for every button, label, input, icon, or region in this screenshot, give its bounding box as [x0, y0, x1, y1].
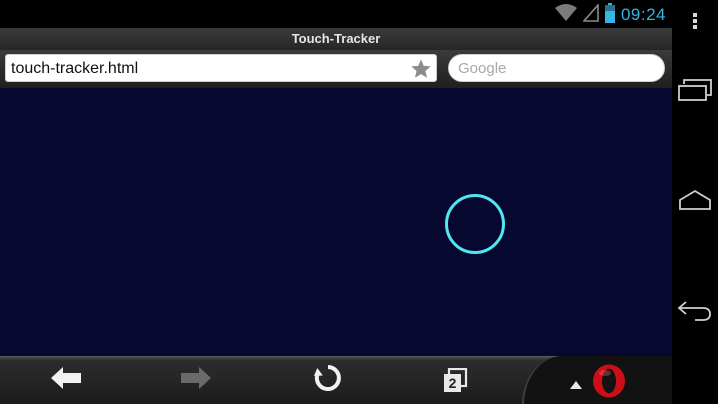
browser-bottom-bar: 2 — [0, 356, 672, 404]
touch-point-circle — [445, 194, 505, 254]
wifi-icon — [554, 3, 577, 27]
address-bar-text: touch-tracker.html — [11, 60, 139, 77]
recent-apps-icon — [678, 78, 712, 106]
status-bar: 09:24 — [0, 0, 672, 28]
tabs-count: 2 — [448, 374, 457, 391]
reload-button[interactable] — [298, 357, 358, 404]
tabs-button[interactable]: 2 — [425, 357, 485, 404]
back-icon — [677, 298, 713, 327]
opera-menu-icon — [592, 364, 626, 403]
system-back-button[interactable] — [672, 294, 718, 330]
caret-up-icon — [570, 376, 582, 394]
screen: 09:24 Touch-Tracker touch-tracker.html G… — [0, 0, 718, 404]
signal-icon — [582, 2, 599, 27]
status-icons: 09:24 — [554, 2, 666, 28]
bookmark-star-icon[interactable] — [410, 58, 432, 80]
reload-icon — [313, 363, 343, 398]
overflow-menu-button[interactable] — [672, 10, 718, 36]
page-title: Touch-Tracker — [0, 28, 672, 50]
android-nav-bar — [672, 0, 718, 404]
status-time: 09:24 — [620, 5, 666, 24]
forward-button[interactable] — [166, 357, 226, 404]
back-button[interactable] — [36, 357, 96, 404]
address-bar[interactable]: touch-tracker.html — [5, 54, 437, 82]
search-input[interactable]: Google — [448, 54, 665, 82]
address-toolbar: touch-tracker.html Google — [0, 50, 672, 88]
touch-tracker-canvas[interactable] — [0, 88, 672, 356]
home-icon — [678, 189, 712, 216]
tabs-icon: 2 — [442, 367, 468, 394]
recent-apps-button[interactable] — [672, 74, 718, 110]
home-button[interactable] — [672, 184, 718, 220]
opera-menu-button[interactable] — [522, 356, 672, 404]
overflow-menu-icon — [692, 12, 698, 35]
forward-arrow-icon — [180, 366, 212, 395]
back-arrow-icon — [50, 366, 82, 395]
battery-icon — [604, 2, 615, 28]
search-placeholder: Google — [458, 60, 507, 77]
